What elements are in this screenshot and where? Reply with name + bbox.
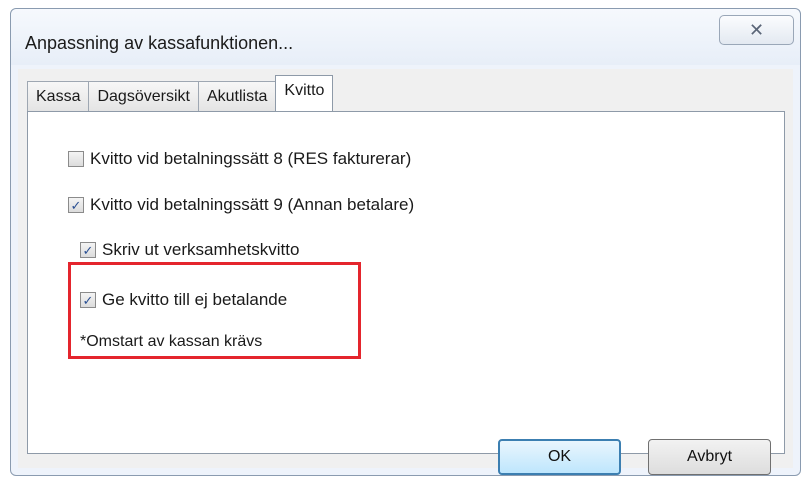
checkmark-icon: ✓ — [70, 197, 82, 213]
option-row[interactable]: ✓ Kvitto vid betalningssätt 9 (Annan bet… — [68, 195, 414, 215]
dialog-title: Anpassning av kassafunktionen... — [25, 33, 294, 53]
option-label: Skriv ut verksamhetskvitto — [102, 240, 300, 259]
ok-button[interactable]: OK — [498, 439, 621, 475]
checkbox-ej-betalande[interactable]: ✓ — [80, 292, 96, 308]
dialog-window: Anpassning av kassafunktionen... ✕ Kassa… — [0, 0, 805, 487]
option-row[interactable]: ✓ Ge kvitto till ej betalande — [80, 290, 287, 310]
option-row[interactable]: ✓ Skriv ut verksamhetskvitto — [80, 240, 299, 260]
tab-kvitto[interactable]: Kvitto — [275, 75, 334, 111]
cancel-button[interactable]: Avbryt — [648, 439, 771, 475]
restart-note: *Omstart av kassan krävs — [80, 333, 263, 350]
tab-akutlista[interactable]: Akutlista — [197, 81, 277, 111]
checkmark-icon: ✓ — [82, 242, 94, 258]
close-button[interactable]: ✕ — [719, 15, 794, 45]
option-label: Kvitto vid betalningssätt 8 (RES fakture… — [90, 149, 412, 168]
option-label: Kvitto vid betalningssätt 9 (Annan betal… — [90, 195, 415, 214]
tab-panel-kvitto: Kvitto vid betalningssätt 8 (RES fakture… — [27, 111, 785, 454]
tab-dagsoversikt[interactable]: Dagsöversikt — [88, 81, 199, 111]
tab-strip: Kassa Dagsöversikt Akutlista Kvitto — [27, 75, 334, 111]
option-row[interactable]: Kvitto vid betalningssätt 8 (RES fakture… — [68, 149, 411, 169]
checkbox-betalningssatt-8[interactable] — [68, 151, 84, 167]
checkbox-verksamhetskvitto[interactable]: ✓ — [80, 242, 96, 258]
dialog-frame: Anpassning av kassafunktionen... ✕ Kassa… — [10, 8, 801, 476]
close-icon: ✕ — [748, 20, 765, 40]
dialog-client-area: Kassa Dagsöversikt Akutlista Kvitto Kvit… — [18, 69, 793, 475]
checkmark-icon: ✓ — [82, 292, 94, 308]
tab-kassa[interactable]: Kassa — [27, 81, 90, 111]
title-bar: Anpassning av kassafunktionen... ✕ — [11, 9, 800, 65]
checkbox-betalningssatt-9[interactable]: ✓ — [68, 197, 84, 213]
option-label: Ge kvitto till ej betalande — [102, 290, 288, 309]
